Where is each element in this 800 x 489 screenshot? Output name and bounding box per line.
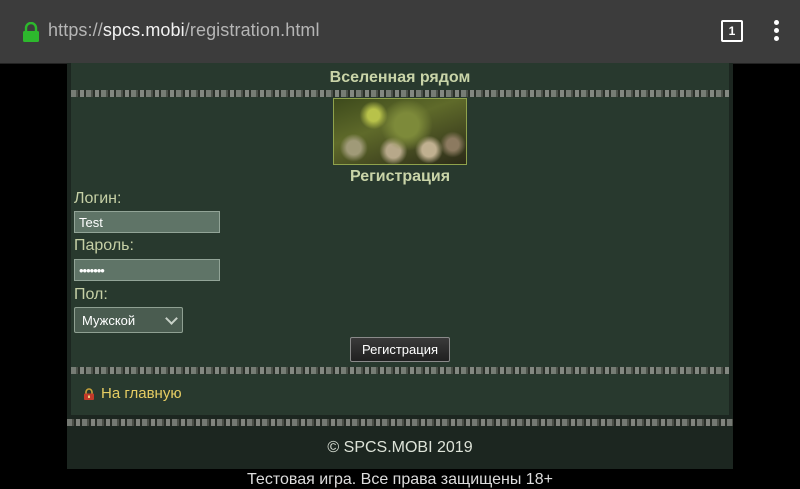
tab-switcher-button[interactable]: 1 <box>721 20 743 42</box>
copyright-text: © SPCS.MOBI 2019 <box>327 439 473 456</box>
password-label: Пароль: <box>74 237 134 254</box>
footer-note: Тестовая игра. Все права защищены 18+ <box>247 471 553 488</box>
url-path: /registration.html <box>184 20 320 40</box>
page-container: Вселенная рядом Регистрация Логин: Парол… <box>67 63 733 469</box>
browser-toolbar: https://spcs.mobi/registration.html 1 <box>0 0 800 64</box>
home-link[interactable]: На главную <box>101 385 182 402</box>
chain-divider <box>71 90 729 97</box>
lock-home-icon <box>84 388 94 400</box>
login-label: Логин: <box>74 190 122 207</box>
gender-select[interactable]: Мужской <box>74 307 183 333</box>
url-domain: spcs.mobi <box>102 20 185 40</box>
url-scheme: https:// <box>48 20 103 40</box>
chevron-down-icon <box>165 312 178 325</box>
page-title: Регистрация <box>349 168 451 185</box>
site-title: Вселенная рядом <box>329 69 471 86</box>
gender-label: Пол: <box>74 286 108 303</box>
login-field[interactable] <box>74 211 220 233</box>
lock-icon <box>23 22 39 42</box>
register-button[interactable]: Регистрация <box>350 337 450 362</box>
game-banner-image <box>333 98 467 165</box>
password-field[interactable] <box>74 259 220 281</box>
chain-divider <box>67 419 733 426</box>
gender-select-value: Мужской <box>82 313 136 328</box>
more-vert-icon[interactable] <box>770 20 782 42</box>
address-bar[interactable]: https://spcs.mobi/registration.html <box>48 20 320 41</box>
chain-divider <box>71 367 729 374</box>
